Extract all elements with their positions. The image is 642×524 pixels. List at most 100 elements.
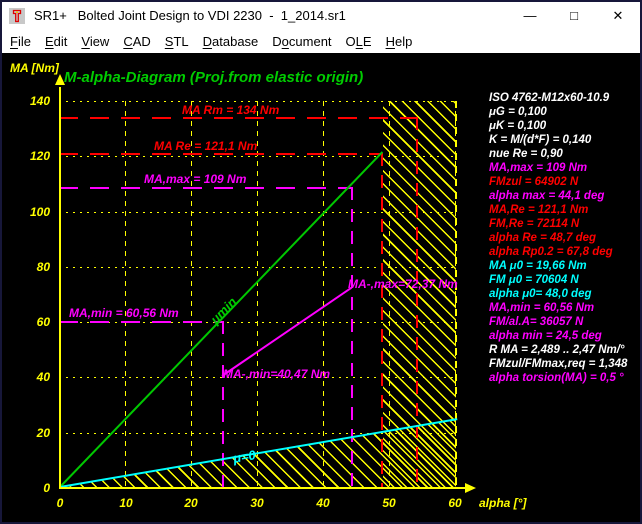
menu-label-part: D: [203, 34, 212, 49]
info-line: alpha min = 24,5 deg: [489, 329, 639, 343]
x-axis-arrow-icon: [465, 483, 476, 493]
app-window: SR1+ Bolted Joint Design to VDI 2230 - 1…: [0, 0, 642, 524]
info-line: nue Re = 0,90: [489, 147, 639, 161]
x-tick-50: 50: [374, 496, 404, 510]
menu-item-database[interactable]: Database: [196, 32, 266, 51]
info-line: MA μ0 = 19,66 Nm: [489, 259, 639, 273]
info-line: alpha Re = 48,7 deg: [489, 231, 639, 245]
minimize-button[interactable]: —: [508, 2, 552, 29]
gridline-v-40: [323, 101, 324, 488]
menu-label-part: AD: [133, 34, 151, 49]
menu-label-part: cument: [289, 34, 332, 49]
guide-ma-min: [59, 321, 224, 323]
gridline-v-30: [257, 101, 258, 488]
guide-alpha-min: [222, 321, 224, 488]
x-tick-60: 60: [440, 496, 470, 510]
menu-label-part: TL: [173, 34, 188, 49]
y-tick-140: 140: [16, 94, 50, 108]
y-axis: [59, 87, 61, 488]
menu-label-part: o: [282, 34, 289, 49]
menu-label-part: F: [10, 34, 18, 49]
menu-item-view[interactable]: View: [74, 32, 116, 51]
menu-label-part: O: [346, 34, 356, 49]
menu-item-cad[interactable]: CAD: [116, 32, 157, 51]
menu-item-stl[interactable]: STL: [158, 32, 196, 51]
x-axis: [59, 487, 465, 489]
y-axis-arrow-icon: [55, 74, 65, 85]
info-line: MA,max = 109 Nm: [489, 161, 639, 175]
x-tick-40: 40: [308, 496, 338, 510]
chart-area: MA [Nm] M-alpha-Diagram (Proj.from elast…: [2, 53, 640, 522]
y-tick-100: 100: [16, 205, 50, 219]
menu-label-part: elp: [395, 34, 412, 49]
info-line: μK = 0,100: [489, 119, 639, 133]
info-line: FMzul/FMmax,req = 1,348: [489, 357, 639, 371]
gridline-v-20: [191, 101, 192, 488]
info-line: R MA = 2,489 .. 2,47 Nm/°: [489, 343, 639, 357]
info-line: FM,Re = 72114 N: [489, 217, 639, 231]
menu-label-part: ile: [18, 34, 31, 49]
info-line: alpha μ0= 48,0 deg: [489, 287, 639, 301]
info-line: alpha max = 44,1 deg: [489, 189, 639, 203]
x-tick-0: 0: [45, 496, 75, 510]
y-axis-label: MA [Nm]: [10, 61, 59, 75]
y-tick-0: 0: [16, 481, 50, 495]
info-line: FMzul = 64902 N: [489, 175, 639, 189]
info-line: FM/al.A= 36057 N: [489, 315, 639, 329]
y-tick-120: 120: [16, 149, 50, 163]
info-line: MA,Re = 121,1 Nm: [489, 203, 639, 217]
menu-label-part: E: [45, 34, 54, 49]
guide-alpha-re: [381, 153, 383, 488]
guide-ma-re: [59, 153, 382, 155]
hatch-right-border: [455, 101, 457, 488]
y-tick-20: 20: [16, 426, 50, 440]
guide-ma-rm: [59, 117, 417, 119]
x-tick-20: 20: [176, 496, 206, 510]
guide-alpha-max: [351, 187, 353, 488]
x-axis-label: alpha [°]: [479, 496, 526, 510]
label-ma-minus-min: MA-,min=40,47 Nm: [223, 367, 330, 381]
menu-label-part: C: [123, 34, 132, 49]
menu-label-part: H: [386, 34, 395, 49]
info-line: K = M/(d*F) = 0,140: [489, 133, 639, 147]
guide-ma-max: [59, 187, 352, 189]
gridline-v-10: [125, 101, 126, 488]
chart-title: M-alpha-Diagram (Proj.from elastic origi…: [64, 69, 363, 86]
app-icon: [9, 8, 25, 24]
x-tick-30: 30: [242, 496, 272, 510]
label-ma-minus-max: MA-,max=72,37 Nm: [348, 277, 458, 291]
menu-item-help[interactable]: Help: [379, 32, 420, 51]
y-tick-80: 80: [16, 260, 50, 274]
info-line: μG = 0,100: [489, 105, 639, 119]
info-panel: ISO 4762-M12x60-10.9μG = 0,100μK = 0,100…: [489, 91, 639, 385]
guide-alpha-rm: [416, 117, 418, 488]
title-bar: SR1+ Bolted Joint Design to VDI 2230 - 1…: [2, 2, 640, 29]
menu-label-part: dit: [54, 34, 68, 49]
label-ma-max: MA,max = 109 Nm: [144, 172, 246, 186]
menu-item-file[interactable]: File: [3, 32, 38, 51]
y-tick-60: 60: [16, 315, 50, 329]
info-line: alpha torsion(MA) = 0,5 °: [489, 371, 639, 385]
label-ma-re: MA Re = 121,1 Nm: [154, 139, 257, 153]
menu-bar: File Edit View CAD STL Database Document…: [2, 29, 640, 53]
info-line: FM μ0 = 70604 N: [489, 273, 639, 287]
menu-label-part: L: [356, 34, 363, 49]
info-line: ISO 4762-M12x60-10.9: [489, 91, 639, 105]
y-tick-40: 40: [16, 370, 50, 384]
menu-item-ole[interactable]: OLE: [339, 32, 379, 51]
menu-label-part: D: [272, 34, 281, 49]
menu-label-part: V: [81, 34, 89, 49]
info-line: MA,min = 60,56 Nm: [489, 301, 639, 315]
window-controls: — □ ✕: [508, 2, 640, 29]
label-ma-min: MA,min = 60,56 Nm: [69, 306, 179, 320]
window-title: SR1+ Bolted Joint Design to VDI 2230 - 1…: [34, 8, 346, 23]
menu-label-part: E: [363, 34, 372, 49]
menu-item-document[interactable]: Document: [265, 32, 338, 51]
info-line: alpha Rp0.2 = 67,8 deg: [489, 245, 639, 259]
menu-label-part: iew: [90, 34, 110, 49]
menu-item-edit[interactable]: Edit: [38, 32, 74, 51]
close-button[interactable]: ✕: [596, 2, 640, 29]
menu-label-part: atabase: [212, 34, 258, 49]
x-tick-10: 10: [111, 496, 141, 510]
maximize-button[interactable]: □: [552, 2, 596, 29]
